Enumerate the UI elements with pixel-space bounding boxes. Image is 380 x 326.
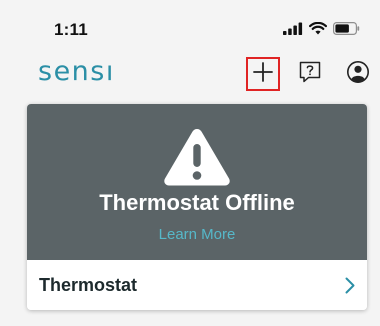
chevron-right-icon bbox=[345, 277, 355, 299]
status-bar: 1:11 bbox=[0, 0, 380, 52]
warning-icon bbox=[162, 126, 232, 193]
help-button[interactable] bbox=[294, 58, 326, 90]
account-icon bbox=[346, 60, 370, 89]
app-header: sensı bbox=[0, 52, 380, 96]
account-button[interactable] bbox=[342, 58, 374, 90]
help-icon bbox=[298, 60, 322, 89]
offline-status-title: Thermostat Offline bbox=[99, 190, 295, 215]
thermostat-card: Thermostat Offline Learn More Thermostat bbox=[27, 104, 367, 310]
add-button[interactable] bbox=[246, 57, 280, 91]
thermostat-label: Thermostat bbox=[39, 275, 138, 295]
sensi-logo: sensı bbox=[38, 56, 115, 87]
thermostat-row[interactable]: Thermostat bbox=[27, 260, 367, 310]
wifi-icon bbox=[309, 22, 327, 35]
signal-icon bbox=[283, 22, 303, 35]
battery-icon bbox=[333, 22, 360, 35]
status-time: 1:11 bbox=[54, 20, 88, 39]
add-icon bbox=[252, 61, 274, 88]
offline-banner: Thermostat Offline Learn More bbox=[27, 104, 367, 260]
learn-more-link[interactable]: Learn More bbox=[27, 226, 367, 243]
status-icons bbox=[283, 22, 360, 35]
